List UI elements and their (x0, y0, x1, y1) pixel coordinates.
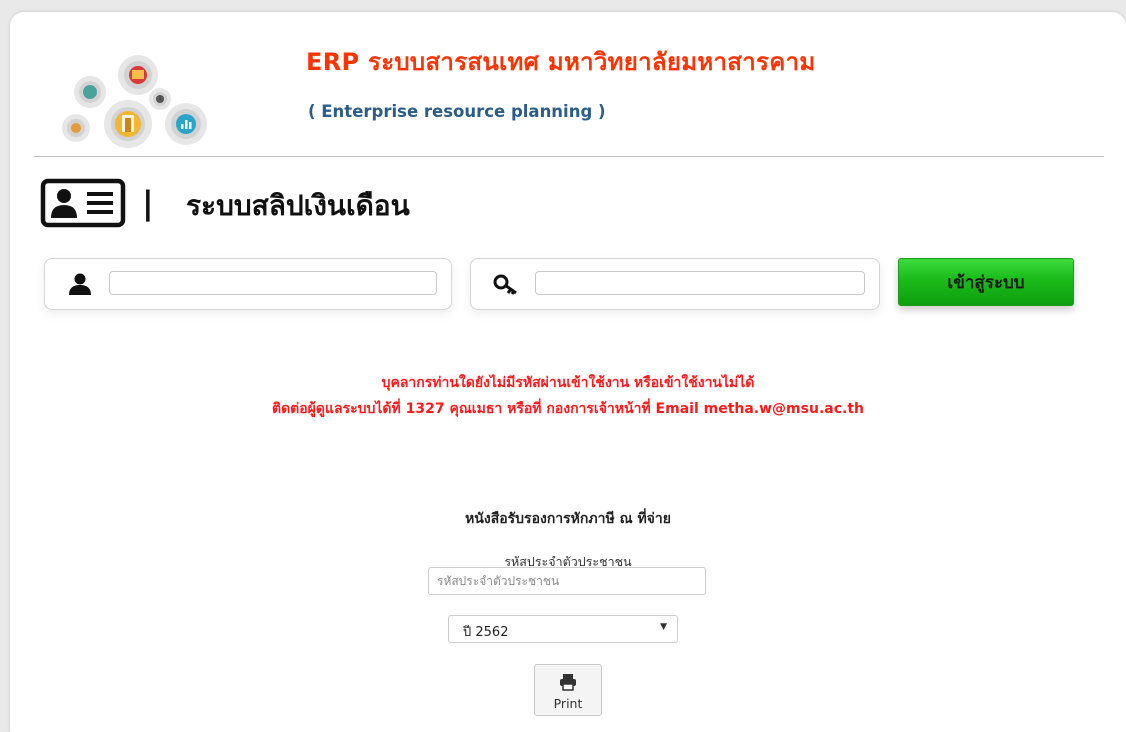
page-subtitle: ( Enterprise resource planning ) (308, 102, 606, 121)
login-button[interactable]: เข้าสู่ระบบ (898, 258, 1074, 306)
password-box (470, 258, 880, 310)
year-select[interactable]: ปี 2562 ▼ (448, 615, 678, 643)
system-title: ระบบสลิปเงินเดือน (186, 189, 410, 222)
password-input[interactable] (535, 271, 865, 295)
user-icon (69, 273, 91, 295)
divider (34, 156, 1104, 157)
notice-line-2: ติดต่อผู้ดูแลระบบได้ที่ 1327 คุณเมธา หรื… (271, 401, 864, 417)
username-input[interactable] (109, 271, 437, 295)
tax-certificate-title: หนังสือรับรองการหักภาษี ณ ที่จ่าย (465, 511, 671, 527)
id-card-icon (40, 178, 126, 228)
gears-logo-icon (62, 55, 207, 148)
main-card: ERP ระบบสารสนเทศ มหาวิทยาลัยมหาสารคาม ( … (10, 12, 1126, 732)
username-box (44, 258, 452, 310)
citizen-id-input[interactable] (428, 567, 706, 595)
year-select-value: ปี 2562 (463, 625, 509, 640)
key-icon (493, 274, 517, 295)
caret-down-icon: ▼ (660, 622, 667, 632)
title-separator: | (142, 184, 154, 222)
print-button[interactable]: Print (534, 664, 602, 716)
printer-icon (560, 674, 576, 691)
print-label: Print (553, 696, 583, 711)
notice-line-1: บุคลากรท่านใดยังไม่มีรหัสผ่านเข้าใช้งาน … (381, 375, 755, 391)
page-title: ERP ระบบสารสนเทศ มหาวิทยาลัยมหาสารคาม (306, 48, 816, 76)
